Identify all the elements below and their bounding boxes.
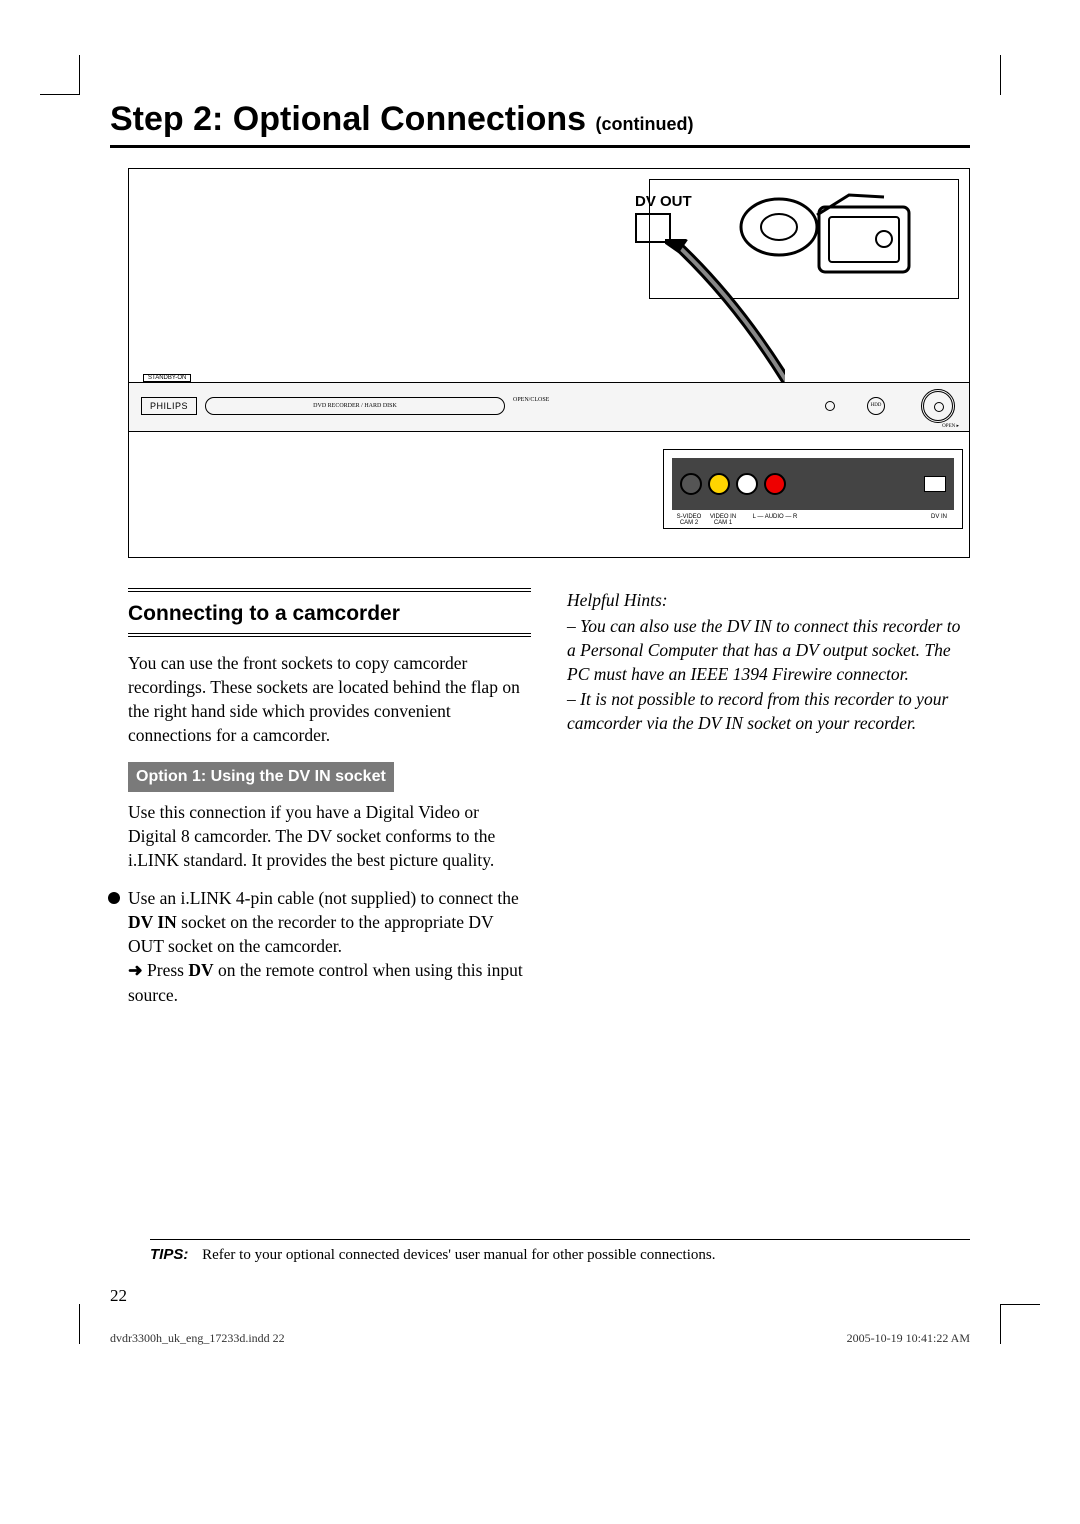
audio-l-jack-icon (736, 473, 758, 495)
recorder-front-bar: STANDBY-ON PHILIPS DVD RECORDER / HARD D… (129, 382, 969, 432)
audio-r-jack-icon (764, 473, 786, 495)
sub-bold: DV (188, 960, 213, 980)
option-1-paragraph: Use this connection if you have a Digita… (128, 800, 531, 872)
tips-label: TIPS: (150, 1246, 188, 1263)
disc-tray: DVD RECORDER / HARD DISK (205, 397, 505, 415)
footer-timestamp: 2005-10-19 10:41:22 AM (847, 1331, 970, 1346)
crop-mark-tr (1000, 55, 1040, 95)
instruction-bullet: Use an i.LINK 4-pin cable (not supplied)… (108, 886, 531, 1007)
video-jack-icon (708, 473, 730, 495)
print-footer: dvdr3300h_uk_eng_17233d.indd 22 2005-10-… (110, 1331, 970, 1346)
section-title: Connecting to a camcorder (128, 600, 531, 629)
open-close-label: OPEN/CLOSE (513, 397, 549, 403)
sub-a: Press (143, 960, 189, 980)
arrow-icon: ➜ (128, 960, 143, 980)
hint-2: – It is not possible to record from this… (567, 687, 970, 735)
heading-continued: (continued) (595, 114, 693, 134)
heading-main: Step 2: Optional Connections (110, 100, 595, 138)
tips-footer: TIPS: Refer to your optional connected d… (150, 1239, 970, 1264)
crop-mark-tl (40, 55, 80, 95)
option-1-heading: Option 1: Using the DV IN socket (128, 762, 394, 792)
crop-mark-br (1000, 1304, 1040, 1344)
bullet-bold: DV IN (128, 912, 177, 932)
hints-title: Helpful Hints: (567, 588, 970, 612)
hdd-indicator: HDD (867, 397, 885, 415)
standby-label: STANDBY-ON (143, 374, 191, 382)
intro-paragraph: You can use the front sockets to copy ca… (128, 651, 531, 748)
page-heading: Step 2: Optional Connections (continued) (110, 100, 970, 148)
videoin-label: VIDEO INCAM 1 (706, 514, 740, 526)
dv-in-port-icon (924, 476, 946, 492)
svideo-label: S-VIDEOCAM 2 (672, 514, 706, 526)
dv-cable-icon (665, 239, 785, 469)
footer-file: dvdr3300h_uk_eng_17233d.indd 22 (110, 1331, 285, 1346)
connection-diagram: DV OUT STANDBY-ON PHILIPS DVD RECORDER /… (128, 168, 970, 558)
hint-1: – You can also use the DV IN to connect … (567, 614, 970, 686)
page-number: 22 (110, 1286, 127, 1306)
bullet-text-a: Use an i.LINK 4-pin cable (not supplied)… (128, 888, 519, 908)
dvin-label: DV IN (924, 514, 954, 526)
bullet-icon (108, 892, 120, 904)
audio-label: L — AUDIO — R (740, 514, 810, 526)
svideo-jack-icon (680, 473, 702, 495)
left-column: Connecting to a camcorder You can use th… (128, 588, 531, 1007)
bullet-text-b: socket on the recorder to the appropriat… (128, 912, 493, 956)
open-flap-label: OPEN ▸ (942, 423, 959, 429)
right-column: Helpful Hints: – You can also use the DV… (567, 588, 970, 1007)
page-content: Step 2: Optional Connections (continued)… (110, 100, 970, 1324)
brand-label: PHILIPS (141, 397, 197, 415)
crop-mark-bl (40, 1304, 80, 1344)
play-button-icon (825, 401, 835, 411)
tips-text: Refer to your optional connected devices… (202, 1247, 715, 1263)
jog-dial-icon (921, 389, 955, 423)
front-input-panel: S-VIDEOCAM 2 VIDEO INCAM 1 L — AUDIO — R… (663, 449, 963, 529)
dv-out-label: DV OUT (635, 193, 692, 210)
